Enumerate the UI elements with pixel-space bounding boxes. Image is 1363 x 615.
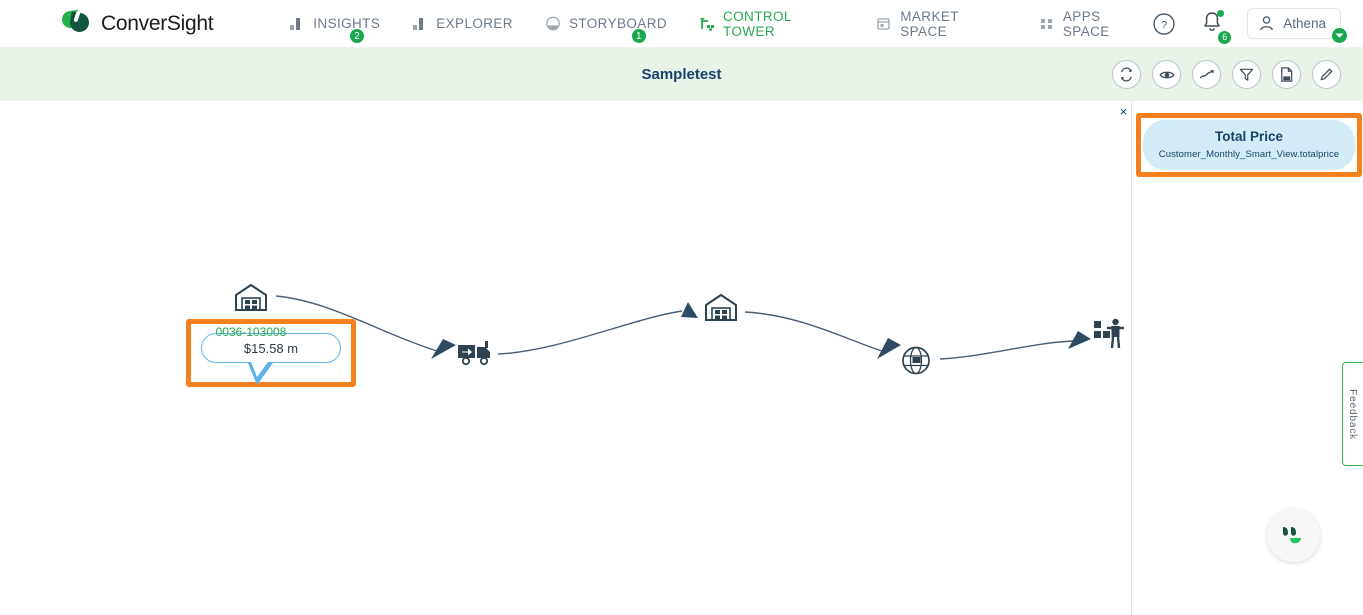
flow-connectors — [275, 295, 1091, 360]
node-globe[interactable] — [899, 344, 933, 382]
metric-card-total-price[interactable]: Total Price Customer_Monthly_Smart_View.… — [1143, 120, 1355, 170]
nav-item-insights[interactable]: INSIGHTS 2 — [287, 12, 382, 44]
warehouse-icon — [235, 283, 267, 311]
nav-item-apps-space[interactable]: APPS SPACE — [1037, 5, 1151, 43]
nav-right-cluster: ? 6 Athena — [1151, 8, 1348, 45]
bar-chart-icon — [412, 16, 429, 31]
control-tower-icon — [699, 16, 716, 31]
metric-card-highlight: Total Price Customer_Monthly_Smart_View.… — [1136, 113, 1362, 177]
brand-logo[interactable]: ConverSight — [60, 9, 214, 39]
user-icon — [1260, 16, 1274, 31]
conversight-logo-icon — [60, 9, 92, 39]
refresh-icon[interactable] — [1112, 60, 1141, 89]
brand-name: ConverSight — [101, 11, 214, 35]
metric-title: Total Price — [1214, 129, 1284, 144]
user-name: Athena — [1283, 16, 1326, 31]
customer-icon — [1094, 318, 1124, 349]
close-icon[interactable]: × — [1116, 104, 1131, 119]
tooltip-tail — [248, 362, 273, 385]
node-warehouse-origin[interactable] — [233, 281, 269, 318]
eye-icon[interactable] — [1152, 60, 1181, 89]
nav-label-explorer: EXPLORER — [436, 16, 513, 31]
flow-diagram: $15.58 m 0036-103008 — [0, 101, 1131, 615]
node-truck[interactable] — [457, 339, 495, 372]
notifications-button[interactable]: 6 — [1201, 9, 1233, 45]
nav-item-control-tower[interactable]: CONTROL TOWER — [697, 5, 846, 43]
storyboard-icon — [545, 16, 562, 31]
metric-subtitle: Customer_Monthly_Smart_View.totalprice — [1158, 149, 1340, 160]
apps-space-icon — [1039, 16, 1056, 31]
feedback-label: Feedback — [1347, 388, 1359, 440]
nav-label-market-space: MARKET SPACE — [900, 8, 959, 39]
top-navigation-bar: ConverSight INSIGHTS 2 EXPLORER STORYBOA… — [0, 0, 1363, 48]
nav-label-apps-space: APPS SPACE — [1062, 8, 1110, 39]
nav-item-storyboard[interactable]: STORYBOARD 1 — [543, 12, 669, 44]
svg-text:?: ? — [1161, 19, 1167, 31]
nav-item-explorer[interactable]: EXPLORER — [410, 12, 515, 35]
filter-icon[interactable] — [1232, 60, 1261, 89]
nav-label-insights: INSIGHTS — [313, 16, 381, 31]
nav-item-market-space[interactable]: MARKET SPACE — [874, 5, 1009, 43]
supply-chain-canvas[interactable]: $15.58 m 0036-103008 — [0, 101, 1131, 615]
nav-badge-storyboard: 1 — [630, 28, 647, 44]
notification-dot — [1217, 9, 1225, 17]
app-root: ConverSight INSIGHTS 2 EXPLORER STORYBOA… — [0, 0, 1363, 615]
dashboard-title-bar: Sampletest — [0, 48, 1363, 101]
node-label-warehouse-origin: 0036-103008 — [215, 325, 287, 339]
price-tooltip-value: $15.58 m — [243, 340, 299, 356]
main-nav-items: INSIGHTS 2 EXPLORER STORYBOARD 1 CONTROL… — [287, 5, 1151, 44]
node-customer[interactable] — [1093, 316, 1129, 355]
metrics-side-panel: × Total Price Customer_Monthly_Smart_Vie… — [1120, 101, 1363, 615]
dashboard-toolbar — [1112, 60, 1341, 89]
edit-icon[interactable] — [1312, 60, 1341, 89]
globe-icon — [902, 346, 930, 375]
help-circle-icon[interactable]: ? — [1151, 11, 1177, 37]
pdf-icon[interactable] — [1272, 60, 1301, 89]
nav-badge-insights: 2 — [349, 28, 366, 44]
delivery-truck-icon — [458, 341, 490, 366]
warehouse-icon — [705, 293, 737, 321]
assistant-chat-button[interactable] — [1267, 509, 1320, 562]
bar-chart-icon — [289, 16, 306, 31]
node-warehouse-mid[interactable] — [703, 291, 739, 328]
nav-label-storyboard: STORYBOARD — [568, 16, 667, 31]
assistant-icon — [1282, 526, 1301, 543]
nav-label-control-tower: CONTROL TOWER — [723, 8, 792, 39]
chevron-down-icon[interactable] — [1331, 27, 1348, 44]
user-menu-button[interactable]: Athena — [1247, 8, 1348, 44]
feedback-tab[interactable]: Feedback — [1342, 362, 1363, 466]
trend-icon[interactable] — [1192, 60, 1221, 89]
notification-count: 6 — [1217, 29, 1233, 45]
market-space-icon — [876, 16, 893, 31]
